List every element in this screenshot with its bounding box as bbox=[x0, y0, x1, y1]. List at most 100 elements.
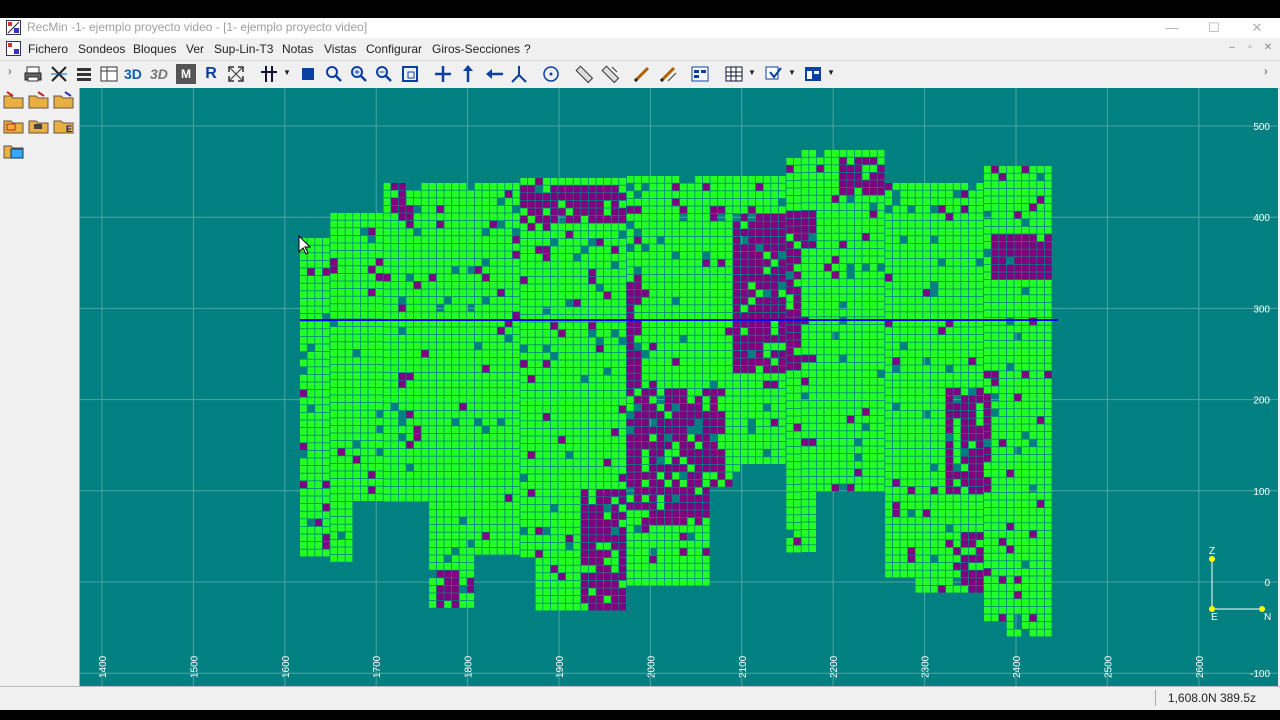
mdi-minimize-button[interactable]: – bbox=[1224, 42, 1240, 53]
layout-dropdown-arrow-icon[interactable]: ▼ bbox=[827, 68, 835, 77]
window-layout-icon[interactable] bbox=[803, 64, 823, 84]
waste-block bbox=[467, 395, 474, 403]
menu-bloques[interactable]: Bloques bbox=[133, 42, 176, 56]
ore-block bbox=[596, 497, 604, 504]
waste-block bbox=[915, 578, 923, 585]
ore-block bbox=[1014, 257, 1022, 264]
model-button[interactable]: M bbox=[176, 64, 196, 84]
open-folder-red-icon[interactable] bbox=[28, 90, 50, 110]
waste-block bbox=[938, 198, 946, 205]
ore-block bbox=[710, 388, 718, 396]
folder-e-icon[interactable]: E bbox=[53, 115, 75, 135]
zoom-window-icon[interactable] bbox=[400, 64, 420, 84]
arrow-up-icon[interactable] bbox=[458, 64, 478, 84]
waste-block bbox=[748, 457, 756, 464]
toolbar-chevron-icon[interactable]: › bbox=[8, 66, 12, 78]
pencil-icon[interactable] bbox=[632, 64, 652, 84]
layers-icon[interactable] bbox=[74, 64, 94, 84]
filter-icon[interactable] bbox=[764, 64, 784, 84]
blocks-view-icon[interactable] bbox=[690, 64, 710, 84]
table-icon[interactable] bbox=[99, 64, 119, 84]
arrow-left-icon[interactable] bbox=[485, 64, 505, 84]
grid-cross-icon[interactable] bbox=[259, 64, 279, 84]
pencil-edit-icon[interactable] bbox=[658, 64, 678, 84]
waste-block bbox=[474, 312, 482, 319]
close-button[interactable]: ✕ bbox=[1237, 18, 1277, 38]
waste-block bbox=[588, 307, 596, 314]
grid-icon[interactable] bbox=[724, 64, 744, 84]
waste-block bbox=[854, 347, 862, 355]
ore-block bbox=[839, 172, 847, 180]
add-point-icon[interactable] bbox=[433, 64, 453, 84]
filter-dropdown-arrow-icon[interactable]: ▼ bbox=[788, 68, 796, 77]
folder-print-icon[interactable] bbox=[28, 115, 50, 135]
menu-fichero[interactable]: Fichero bbox=[28, 42, 68, 56]
print-icon[interactable] bbox=[23, 64, 43, 84]
block-model-section-view[interactable]: 500 400 300 200 100 0 -100 1400 1500 1600 1700 180… bbox=[80, 88, 1278, 686]
waste-block bbox=[923, 395, 930, 403]
cross-lines-icon[interactable] bbox=[49, 64, 69, 84]
menu-giros-secciones[interactable]: Giros-Secciones bbox=[432, 42, 520, 56]
waste-block bbox=[550, 588, 558, 596]
waste-block bbox=[307, 306, 315, 314]
waste-block bbox=[725, 176, 733, 183]
waste-block bbox=[520, 322, 528, 330]
folder-grid-icon[interactable] bbox=[3, 115, 25, 135]
toolbar-overflow-icon[interactable]: › bbox=[1264, 66, 1268, 78]
waste-block bbox=[474, 426, 482, 433]
waste-block bbox=[550, 489, 558, 497]
waste-block bbox=[322, 412, 330, 420]
search-icon[interactable] bbox=[324, 64, 344, 84]
waste-block bbox=[953, 183, 961, 190]
waste-block bbox=[991, 561, 999, 568]
select-rect-icon[interactable] bbox=[298, 64, 318, 84]
waste-block bbox=[611, 368, 619, 375]
folder-chart-icon[interactable] bbox=[3, 140, 25, 160]
axes-icon[interactable] bbox=[509, 64, 529, 84]
menu-ver[interactable]: Ver bbox=[186, 42, 204, 56]
open-folder-icon[interactable] bbox=[3, 90, 25, 110]
waste-block bbox=[664, 350, 672, 358]
minimize-button[interactable]: — bbox=[1152, 18, 1192, 38]
view-3d-button[interactable]: 3D bbox=[124, 64, 144, 84]
waste-block bbox=[885, 517, 892, 525]
maximize-button[interactable]: ☐ bbox=[1194, 18, 1234, 38]
waste-block bbox=[368, 342, 376, 349]
waste-block bbox=[908, 403, 915, 411]
menu-sondeos[interactable]: Sondeos bbox=[78, 42, 125, 56]
mdi-close-button[interactable]: ✕ bbox=[1260, 42, 1276, 53]
waste-block bbox=[330, 273, 338, 281]
ore-block bbox=[634, 358, 642, 366]
fullscreen-icon[interactable] bbox=[226, 64, 246, 84]
document-icon[interactable] bbox=[6, 41, 21, 56]
waste-block bbox=[946, 259, 953, 266]
menu-notas[interactable]: Notas bbox=[282, 42, 313, 56]
waste-block bbox=[338, 251, 345, 258]
ruler-icon[interactable] bbox=[574, 64, 594, 84]
ore-block bbox=[604, 497, 611, 504]
waste-block bbox=[1022, 508, 1029, 515]
refresh-r-button[interactable]: R bbox=[201, 64, 221, 84]
rotate-3d-button[interactable]: 3D bbox=[150, 64, 170, 84]
open-folder-blue-icon[interactable] bbox=[53, 90, 75, 110]
grid-dropdown-arrow-icon[interactable]: ▼ bbox=[748, 68, 756, 77]
waste-block bbox=[1022, 530, 1029, 538]
zoom-in-icon[interactable] bbox=[349, 64, 369, 84]
menu-sup-lin-t3[interactable]: Sup-Lin-T3 bbox=[214, 42, 273, 56]
menu-configurar[interactable]: Configurar bbox=[366, 42, 422, 56]
measure-icon[interactable] bbox=[600, 64, 620, 84]
waste-block bbox=[908, 563, 915, 570]
mdi-restore-button[interactable]: ▫ bbox=[1242, 42, 1258, 53]
zoom-out-icon[interactable] bbox=[374, 64, 394, 84]
waste-block bbox=[505, 426, 512, 433]
menu-help[interactable]: ? bbox=[524, 42, 531, 56]
dropdown-arrow-icon[interactable]: ▼ bbox=[283, 68, 291, 77]
waste-block bbox=[368, 463, 376, 471]
waste-block bbox=[550, 580, 558, 588]
circle-target-icon[interactable] bbox=[541, 64, 561, 84]
menu-vistas[interactable]: Vistas bbox=[324, 42, 356, 56]
section-canvas[interactable]: 5004003002001000-100 1400 1500 1600 1700 180… bbox=[80, 88, 1278, 686]
waste-block bbox=[307, 276, 315, 283]
waste-block bbox=[885, 487, 892, 494]
waste-block bbox=[824, 385, 832, 393]
